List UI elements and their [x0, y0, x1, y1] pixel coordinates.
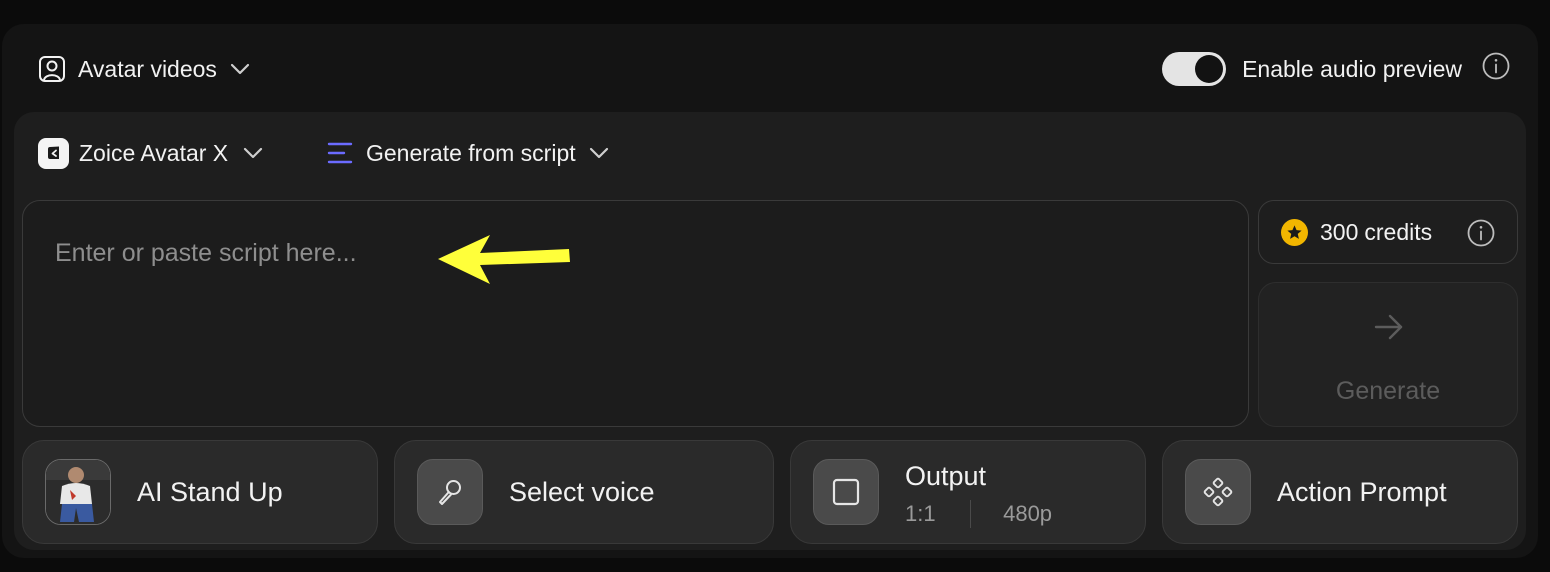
mode-selector-label: Avatar videos [78, 55, 217, 82]
info-icon[interactable] [1482, 52, 1510, 85]
generate-label: Generate [1335, 377, 1441, 405]
action-prompt-chip[interactable]: Action Prompt [1162, 440, 1518, 544]
generate-button[interactable]: Generate [1258, 282, 1518, 427]
diamond-dots-icon [1185, 459, 1251, 525]
user-square-icon [38, 55, 66, 83]
microphone-icon [417, 459, 483, 525]
lines-icon [326, 140, 354, 166]
aspect-ratio-value: 1:1 [905, 501, 936, 526]
credits-badge: 300 credits [1258, 200, 1518, 264]
credits-amount: 300 [1320, 218, 1359, 245]
chevron-down-icon [229, 62, 251, 76]
generation-mode-label: Generate from script [366, 139, 576, 166]
avatar-thumbnail [45, 459, 111, 525]
voice-chip-label: Select voice [509, 477, 655, 507]
divider [969, 500, 972, 528]
info-icon[interactable] [1467, 219, 1495, 252]
generation-mode-selector[interactable]: Generate from script [326, 137, 610, 169]
mode-selector[interactable]: Avatar videos [38, 52, 251, 86]
credits-unit: credits [1364, 218, 1433, 245]
audio-preview-setting: Enable audio preview [1162, 50, 1462, 88]
script-input-container [22, 200, 1249, 427]
resolution-value: 480p [1003, 501, 1053, 526]
output-chip[interactable]: Output 1:1 480p [790, 440, 1146, 544]
avatar-chip-label: AI Stand Up [137, 477, 283, 507]
model-selector-label: Zoice Avatar X [79, 139, 229, 166]
chevron-down-icon [242, 146, 264, 160]
app-logo-icon [38, 137, 69, 169]
script-input[interactable] [23, 201, 1248, 426]
square-icon [813, 459, 879, 525]
chevron-down-icon [588, 146, 610, 160]
model-selector[interactable]: Zoice Avatar X [38, 137, 264, 169]
toggle-knob [1195, 55, 1224, 83]
action-prompt-chip-label: Action Prompt [1277, 477, 1447, 507]
star-coin-icon [1281, 218, 1308, 246]
output-chip-label: Output [905, 461, 987, 491]
output-settings: 1:1 480p [905, 499, 1052, 529]
audio-preview-label: Enable audio preview [1242, 55, 1462, 82]
yellow-arrow-icon [430, 232, 575, 293]
avatar-chip[interactable]: AI Stand Up [22, 440, 378, 544]
arrow-right-icon [1373, 311, 1405, 348]
voice-chip[interactable]: Select voice [394, 440, 774, 544]
audio-preview-toggle[interactable] [1162, 52, 1227, 86]
